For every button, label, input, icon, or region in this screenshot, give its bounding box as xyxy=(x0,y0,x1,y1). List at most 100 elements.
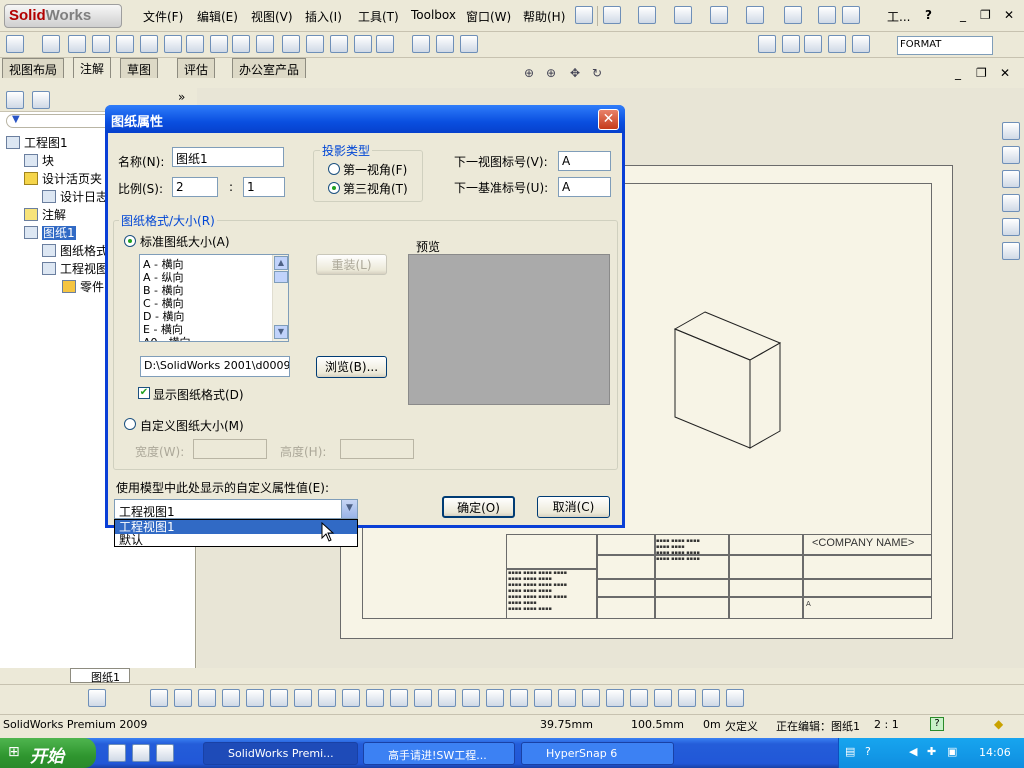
tag-icon[interactable]: ◆ xyxy=(994,717,1003,731)
scale-numerator-field[interactable]: 2 xyxy=(172,177,218,197)
scale-denominator-field[interactable]: 1 xyxy=(243,177,285,197)
layer-properties-icon[interactable] xyxy=(758,35,776,53)
tree-item-drawing-view[interactable]: 工程视图 xyxy=(42,260,108,277)
tab-view-layout[interactable]: 视图布局 xyxy=(2,58,65,78)
layer-select[interactable]: FORMAT xyxy=(897,36,993,55)
linear-pattern-icon[interactable] xyxy=(486,689,504,707)
pan-icon[interactable]: ✥ xyxy=(570,66,580,80)
tree-item-design-binder[interactable]: 设计活页夹 xyxy=(24,170,102,187)
expand-pane-icon[interactable]: » xyxy=(178,90,185,104)
paper-size-item[interactable]: A0 - 横向 xyxy=(143,334,191,341)
menu-help[interactable]: 帮助(H) xyxy=(523,8,565,25)
datum-feature-icon[interactable] xyxy=(256,35,274,53)
task-solidworks[interactable]: SolidWorks Premi... xyxy=(203,742,358,765)
format-path-field[interactable]: D:\SolidWorks 2001\d000928. xyxy=(140,356,290,377)
menu-insert[interactable]: 插入(I) xyxy=(305,8,342,25)
show-format-checkbox[interactable]: ✔ xyxy=(138,387,150,399)
table-icon[interactable] xyxy=(460,35,478,53)
save-icon[interactable] xyxy=(674,6,692,24)
menu-tools[interactable]: 工具(T) xyxy=(358,8,399,25)
sketch-corner-icon[interactable] xyxy=(174,689,192,707)
tab-evaluate[interactable]: 评估 xyxy=(177,58,216,78)
help-question-icon[interactable]: ? xyxy=(925,8,932,22)
reload-button[interactable]: 重装(L) xyxy=(316,254,387,275)
property-manager-tab-icon[interactable] xyxy=(32,91,50,109)
display-relations-icon[interactable] xyxy=(654,689,672,707)
spell-check-icon[interactable] xyxy=(68,35,86,53)
task-browser[interactable]: 高手请进!SW工程... xyxy=(363,742,515,765)
revision-symbol-icon[interactable] xyxy=(330,35,348,53)
zoom-to-fit-icon[interactable]: ⊕ xyxy=(524,66,534,80)
select-icon[interactable] xyxy=(88,689,106,707)
line-color-icon[interactable] xyxy=(782,35,800,53)
hole-callout-icon[interactable] xyxy=(306,35,324,53)
appearances-icon[interactable] xyxy=(1002,218,1020,236)
scroll-down-icon[interactable]: ▼ xyxy=(274,325,288,339)
open-folder-icon[interactable] xyxy=(638,6,656,24)
rotate-icon[interactable] xyxy=(558,689,576,707)
scroll-thumb[interactable] xyxy=(274,271,288,283)
arrow-tray-icon[interactable]: ◀ xyxy=(909,745,917,758)
block-icon[interactable] xyxy=(376,35,394,53)
area-hatch-icon[interactable] xyxy=(354,35,372,53)
design-library-icon[interactable] xyxy=(1002,170,1020,188)
doc-restore-icon[interactable]: ❐ xyxy=(976,66,987,80)
hide-edge-icon[interactable] xyxy=(852,35,870,53)
dialog-close-icon[interactable]: ✕ xyxy=(598,109,619,130)
spline-icon[interactable] xyxy=(270,689,288,707)
custom-property-select[interactable]: 工程视图1 xyxy=(114,499,358,519)
doc-minimize-icon[interactable]: _ xyxy=(955,66,961,80)
tab-sketch[interactable]: 草图 xyxy=(120,58,159,78)
resources-icon[interactable] xyxy=(1002,146,1020,164)
third-angle-radio[interactable] xyxy=(328,182,340,194)
model-items-icon[interactable] xyxy=(42,35,60,53)
home-icon[interactable] xyxy=(1002,122,1020,140)
point-icon[interactable] xyxy=(294,689,312,707)
smart-dimension-icon[interactable] xyxy=(6,35,24,53)
tab-office-products[interactable]: 办公室产品 xyxy=(232,58,307,78)
new-document-icon[interactable] xyxy=(603,6,621,24)
repair-sketch-icon[interactable] xyxy=(678,689,696,707)
scroll-up-icon[interactable]: ▲ xyxy=(274,256,288,270)
network-tray-icon[interactable]: ▣ xyxy=(947,745,957,758)
move-icon[interactable] xyxy=(534,689,552,707)
scale-icon[interactable] xyxy=(582,689,600,707)
sheet-tab[interactable]: 图纸1 xyxy=(70,668,130,684)
fillet-icon[interactable] xyxy=(438,689,456,707)
explorer-quicklaunch-icon[interactable] xyxy=(156,744,174,762)
next-datum-field[interactable]: A xyxy=(558,177,611,197)
window-close-icon[interactable]: ✕ xyxy=(1004,8,1014,22)
solidworks-logo[interactable]: SolidWorks xyxy=(4,4,122,28)
geometric-tolerance-icon[interactable] xyxy=(232,35,250,53)
auto-balloon-icon[interactable] xyxy=(164,35,182,53)
horizontal-dimension-icon[interactable] xyxy=(702,689,720,707)
menu-window[interactable]: 窗口(W) xyxy=(466,8,511,25)
note-icon[interactable] xyxy=(116,35,134,53)
menu-file[interactable]: 文件(F) xyxy=(143,8,183,25)
list-scrollbar[interactable]: ▲ ▼ xyxy=(272,255,288,341)
centerline-sketch-icon[interactable] xyxy=(318,689,336,707)
ie-quicklaunch-icon[interactable] xyxy=(132,744,150,762)
doc-close-icon[interactable]: ✕ xyxy=(1000,66,1010,80)
name-field[interactable]: 图纸1 xyxy=(172,147,284,167)
weld-symbol-icon[interactable] xyxy=(210,35,228,53)
menu-view[interactable]: 视图(V) xyxy=(251,8,293,25)
tree-item-sheet1[interactable]: 图纸1 xyxy=(24,224,76,241)
centerline-icon[interactable] xyxy=(436,35,454,53)
tree-item-blocks[interactable]: 块 xyxy=(24,152,54,169)
tree-root[interactable]: 工程图1 xyxy=(6,134,68,151)
task-hypersnap[interactable]: HyperSnap 6 xyxy=(521,742,674,765)
redraw-icon[interactable]: ↻ xyxy=(592,66,602,80)
help-tray-icon[interactable]: ? xyxy=(865,745,871,758)
next-view-field[interactable]: A xyxy=(558,151,611,171)
center-mark-icon[interactable] xyxy=(412,35,430,53)
balloon-icon[interactable] xyxy=(140,35,158,53)
menu-overflow[interactable]: 工... xyxy=(887,8,910,25)
pin-icon[interactable] xyxy=(575,6,593,24)
options-icon[interactable] xyxy=(842,6,860,24)
print-icon[interactable] xyxy=(710,6,728,24)
isometric-box-view[interactable] xyxy=(665,290,790,455)
width-field[interactable] xyxy=(193,439,267,459)
trim-icon[interactable] xyxy=(342,689,360,707)
file-explorer-icon[interactable] xyxy=(1002,194,1020,212)
